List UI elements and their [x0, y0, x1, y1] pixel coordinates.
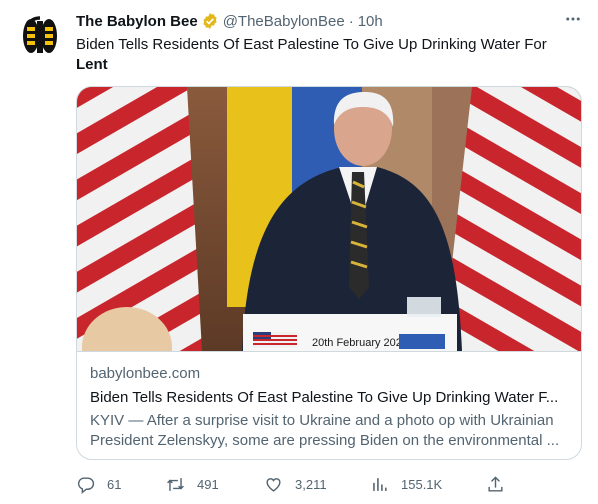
card-description: KYIV — After a surprise visit to Ukraine… [90, 411, 569, 451]
share-button[interactable] [486, 475, 517, 494]
card-body: babylonbee.com Biden Tells Residents Of … [90, 364, 569, 451]
tweet-text: Biden Tells Residents Of East Palestine … [76, 35, 576, 75]
podium-date-text: 20th February 2023 [312, 337, 408, 349]
tweet-text-line-1: Biden Tells Residents Of East Palestine … [76, 36, 547, 53]
views-button[interactable]: 155.1K [370, 475, 442, 494]
retweet-button[interactable]: 491 [166, 475, 219, 494]
link-card[interactable]: 20th February 2023 babylonbee.com Biden … [76, 86, 582, 460]
avatar[interactable] [16, 12, 64, 60]
account-name[interactable]: The Babylon Bee [76, 13, 198, 30]
reply-count: 61 [107, 476, 122, 492]
card-description-line-1: KYIV — After a surprise visit to Ukraine… [90, 412, 554, 429]
tweet-timestamp[interactable]: 10h [358, 13, 383, 30]
tweet-actions: 61 491 3,211 155.1K [76, 472, 506, 496]
like-button[interactable]: 3,211 [264, 475, 327, 494]
account-handle[interactable]: @TheBabylonBee [223, 13, 345, 30]
more-icon[interactable] [564, 10, 582, 31]
bee-logo-icon [23, 16, 57, 53]
like-count: 3,211 [295, 476, 327, 492]
view-count: 155.1K [401, 476, 443, 492]
retweet-count: 491 [197, 476, 219, 492]
views-icon [373, 477, 387, 491]
card-domain[interactable]: babylonbee.com [90, 364, 569, 384]
reply-button[interactable]: 61 [76, 475, 121, 494]
reply-icon [77, 476, 95, 494]
retweet-icon [167, 477, 184, 491]
tweet-header: The Babylon Bee @TheBabylonBee · 10h [76, 10, 582, 32]
like-icon [266, 477, 281, 492]
tweet-text-line-2: Lent [76, 56, 108, 73]
card-title[interactable]: Biden Tells Residents Of East Palestine … [90, 388, 569, 408]
separator-dot: · [348, 12, 354, 30]
share-icon [488, 475, 503, 492]
card-description-line-2: President Zelenskyy, some are pressing B… [90, 432, 560, 449]
verified-badge-icon[interactable] [201, 12, 219, 30]
card-image[interactable]: 20th February 2023 [77, 87, 582, 352]
